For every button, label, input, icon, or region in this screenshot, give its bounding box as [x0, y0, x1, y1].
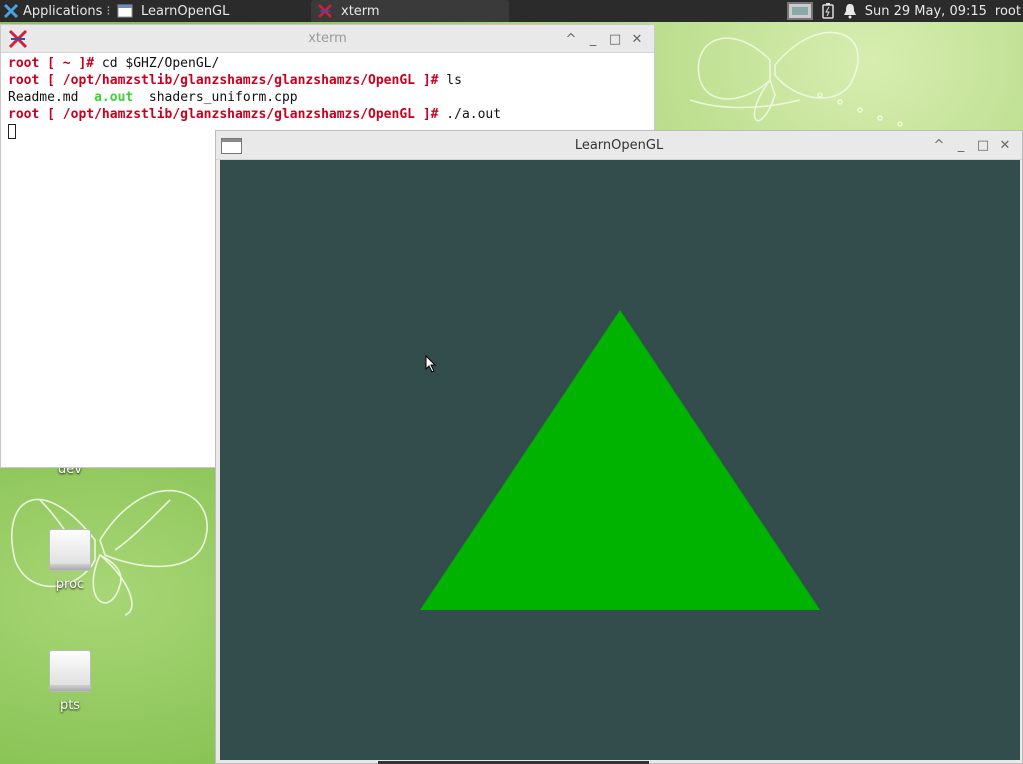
top-panel: Applications ⁝ LearnOpenGL xterm Sun 29 …: [0, 0, 1023, 22]
window-title: xterm: [308, 31, 347, 46]
user-menu[interactable]: root: [995, 4, 1021, 19]
terminal-line: root [ /opt/hamzstlib/glanzshamzs/glanzs…: [8, 73, 462, 88]
xterm-icon: [318, 4, 332, 18]
minimize-button[interactable]: _: [950, 135, 972, 155]
desktop-item-proc[interactable]: proc: [25, 529, 115, 592]
maximize-button[interactable]: □: [972, 135, 994, 155]
desktop-item-label: proc: [55, 577, 85, 592]
minimize-button[interactable]: _: [582, 29, 604, 49]
battery-icon[interactable]: [821, 3, 835, 19]
shade-button[interactable]: ^: [560, 29, 582, 49]
xterm-titlebar[interactable]: xterm ^ _ □ ✕: [1, 25, 654, 53]
taskbar-item-label: LearnOpenGL: [141, 3, 230, 19]
xfce-logo-icon: [3, 3, 19, 19]
terminal-line: root [ /opt/hamzstlib/glanzshamzs/glanzs…: [8, 107, 502, 122]
mouse-pointer-icon: [425, 355, 437, 373]
text-cursor: [8, 124, 16, 139]
taskbar-item-xterm[interactable]: xterm: [311, 0, 509, 22]
window-title: LearnOpenGL: [574, 138, 664, 153]
terminal-output[interactable]: root [ ~ ]# cd $GHZ/OpenGL/root [ /opt/h…: [8, 55, 501, 140]
learnopengl-window[interactable]: LearnOpenGL ^ _ □ ✕: [215, 130, 1023, 764]
desktop-item-label: pts: [59, 698, 81, 713]
close-button[interactable]: ✕: [994, 135, 1016, 155]
green-triangle: [420, 310, 820, 610]
taskbar-item-label: xterm: [341, 3, 380, 19]
applications-menu[interactable]: Applications ⁝: [0, 0, 111, 22]
opengl-canvas[interactable]: [220, 160, 1020, 760]
window-icon: [117, 4, 133, 18]
maximize-button[interactable]: □: [604, 29, 626, 49]
close-button[interactable]: ✕: [626, 29, 648, 49]
desktop-item-pts[interactable]: pts: [25, 650, 115, 713]
drive-icon: [49, 529, 91, 571]
applications-label: Applications: [23, 3, 103, 19]
shade-button[interactable]: ^: [928, 135, 950, 155]
learnopengl-titlebar[interactable]: LearnOpenGL ^ _ □ ✕: [216, 131, 1022, 160]
notification-bell-icon[interactable]: [843, 3, 857, 19]
clock[interactable]: Sun 29 May, 09:15: [865, 4, 987, 19]
taskbar-item-learnopengl[interactable]: LearnOpenGL: [111, 0, 309, 22]
workspace-switcher-icon[interactable]: [786, 2, 813, 20]
opengl-render: [420, 310, 820, 610]
terminal-line: root [ ~ ]# cd $GHZ/OpenGL/: [8, 56, 220, 71]
terminal-line: Readme.md a.out shaders_uniform.cpp: [8, 90, 298, 105]
drive-icon: [49, 650, 91, 692]
menu-handle-icon: ⁝: [106, 3, 111, 19]
system-tray: Sun 29 May, 09:15 root: [786, 0, 1023, 22]
